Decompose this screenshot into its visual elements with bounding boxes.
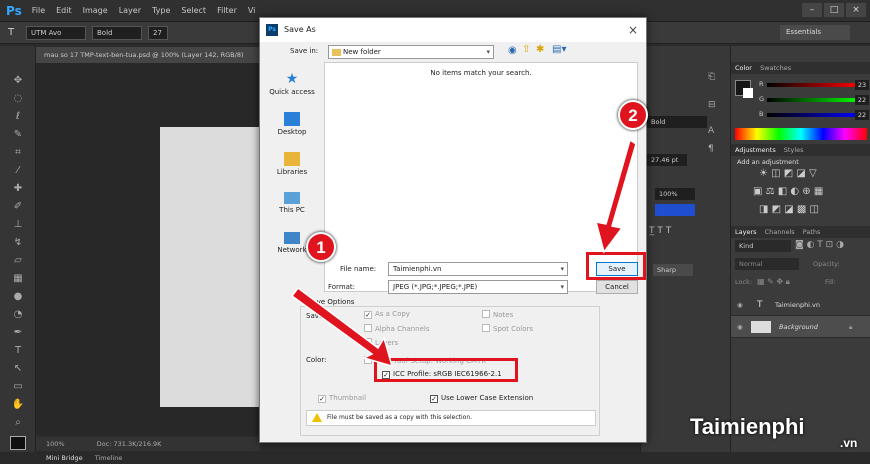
watermark-text: Taimienphi: [690, 414, 805, 439]
watermark-suffix: .vn: [840, 436, 858, 450]
step-2-badge: 2: [618, 100, 648, 130]
step-1-badge: 1: [306, 232, 336, 262]
watermark: Taimienphi .vn: [690, 414, 870, 458]
arrow-to-icc-profile: [290, 286, 394, 368]
arrow-to-save-button: [594, 138, 637, 254]
annotation-arrows: [290, 138, 637, 368]
